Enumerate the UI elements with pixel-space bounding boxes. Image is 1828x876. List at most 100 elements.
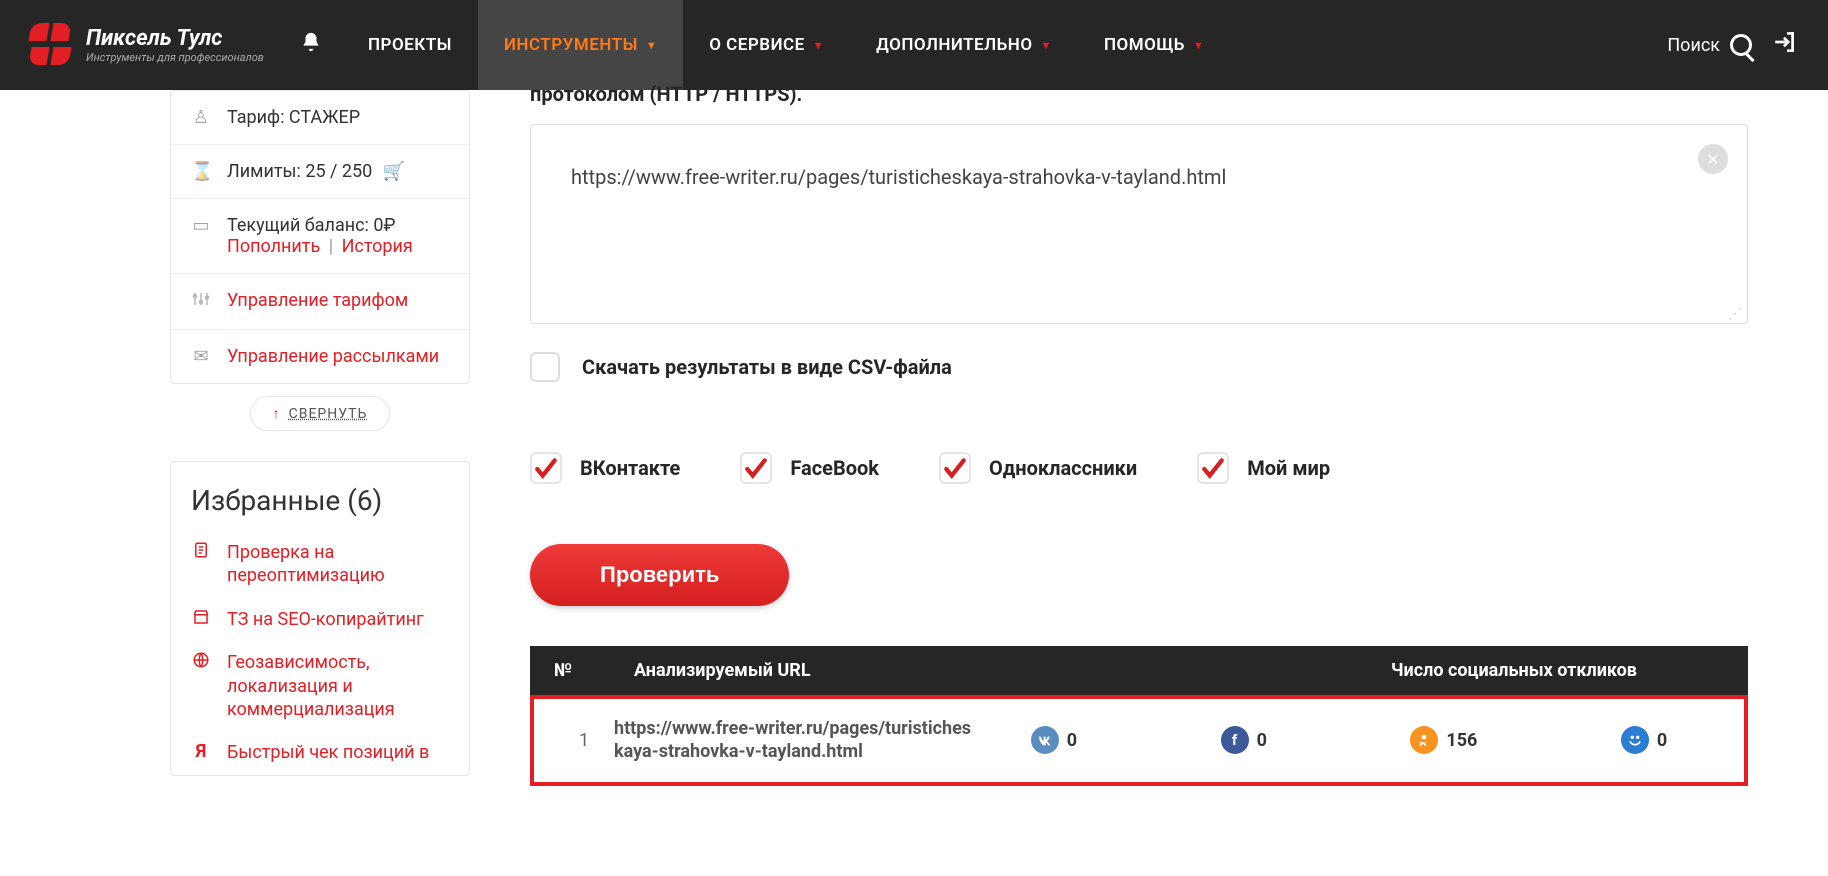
balance-text: Текущий баланс: 0₽ [227,215,395,236]
brand-title: Пиксель Тулс [86,26,264,51]
history-link[interactable]: История [342,236,413,257]
nav-label: ДОПОЛНИТЕЛЬНО [876,35,1032,55]
nav-label: ПОМОЩЬ [1104,35,1185,55]
network-label: FaceBook [790,456,879,480]
login-icon[interactable] [1772,29,1798,62]
ok-icon [1410,726,1438,754]
favorite-item[interactable]: Геозависимость, локализация и коммерциал… [171,641,469,731]
envelope-icon: ✉ [191,346,211,367]
collapse-button[interactable]: ↑ СВЕРНУТЬ [250,396,390,431]
topup-link[interactable]: Пополнить [227,236,320,257]
clipboard-icon [191,541,211,564]
favorites-title: Избранные (6) [171,462,469,531]
sidebar-limits: ⌛ Лимиты: 25 / 250 🛒 [171,144,469,198]
csv-label: Скачать результаты в виде CSV-файла [582,355,952,379]
top-header: Пиксель Тулс Инструменты для профессиона… [0,0,1828,90]
bell-icon[interactable] [300,31,322,59]
checkbox-mm[interactable] [1197,452,1229,484]
manage-mailings-link: Управление рассылками [227,346,439,367]
ok-count: 156 [1446,730,1477,751]
arrow-up-icon: ↑ [273,405,281,422]
chevron-down-icon: ▼ [813,39,824,52]
chess-icon: ♙ [191,107,211,128]
fb-count: 0 [1257,730,1267,751]
social-mm: 0 [1621,726,1667,754]
favorite-link: Быстрый чек позиций в [227,741,429,764]
favorite-link: Геозависимость, локализация и коммерциал… [227,651,449,721]
hourglass-icon: ⌛ [191,161,211,182]
checkbox-vk[interactable] [530,452,562,484]
cart-icon[interactable]: 🛒 [383,161,405,182]
globe-icon [191,651,211,674]
nav-about[interactable]: О СЕРВИСЕ ▼ [683,0,850,90]
sidebar-manage-tariff[interactable]: Управление тарифом [171,273,469,329]
favorites-panel: Избранные (6) Проверка на переоптимизаци… [170,461,470,776]
network-label: Одноклассники [989,456,1137,480]
manage-tariff-link: Управление тарифом [227,290,408,311]
network-label: ВКонтакте [580,456,680,480]
sidebar-manage-mailings[interactable]: ✉ Управление рассылками [171,329,469,383]
csv-option: Скачать результаты в виде CSV-файла [530,352,1748,382]
sidebar: ♙ Тариф: СТАЖЕР ⌛ Лимиты: 25 / 250 🛒 ▭ Т… [170,90,470,806]
sidebar-balance: ▭ Текущий баланс: 0₽ Пополнить | История [171,198,469,273]
main-nav: ПРОЕКТЫ ИНСТРУМЕНТЫ ▼ О СЕРВИСЕ ▼ ДОПОЛН… [342,0,1230,90]
search-label: Поиск [1667,35,1720,56]
nav-tools[interactable]: ИНСТРУМЕНТЫ ▼ [478,0,683,90]
network-checkboxes: ВКонтакте FaceBook Одноклассники Мой мир [530,452,1748,484]
results-highlight: 1 https://www.free-writer.ru/pages/turis… [530,695,1748,786]
col-num: № [554,660,634,681]
network-mm: Мой мир [1197,452,1330,484]
submit-button[interactable]: Проверить [530,544,789,606]
instruction-text: протоколом (HTTP / HTTPS). [530,82,1748,106]
network-ok: Одноклассники [939,452,1137,484]
url-input-wrap: https://www.free-writer.ru/pages/turisti… [530,124,1748,328]
chevron-down-icon: ▼ [1193,39,1204,52]
collapse-label: СВЕРНУТЬ [289,406,368,422]
account-panel: ♙ Тариф: СТАЖЕР ⌛ Лимиты: 25 / 250 🛒 ▭ Т… [170,90,470,384]
search-icon [1730,34,1752,56]
favorite-item[interactable]: Проверка на переоптимизацию [171,531,469,598]
social-fb: f 0 [1221,726,1267,754]
checkbox-fb[interactable] [740,452,772,484]
brand-subtitle: Инструменты для профессионалов [86,51,264,64]
sidebar-tariff: ♙ Тариф: СТАЖЕР [171,91,469,144]
nav-additional[interactable]: ДОПОЛНИТЕЛЬНО ▼ [850,0,1078,90]
favorite-item[interactable]: ТЗ на SEO-копирайтинг [171,598,469,641]
clear-icon[interactable]: ✕ [1698,144,1728,174]
row-num: 1 [554,730,614,751]
vk-icon [1031,726,1059,754]
shop-icon [191,608,211,631]
social-vk: 0 [1031,726,1077,754]
social-ok: 156 [1410,726,1477,754]
mm-count: 0 [1657,730,1667,751]
wallet-icon: ▭ [191,215,211,236]
url-textarea[interactable]: https://www.free-writer.ru/pages/turisti… [530,124,1748,324]
chevron-down-icon: ▼ [646,39,657,52]
logo-icon [30,23,74,67]
network-label: Мой мир [1247,456,1330,480]
checkbox-ok[interactable] [939,452,971,484]
limits-text: Лимиты: 25 / 250 [227,161,372,182]
nav-projects[interactable]: ПРОЕКТЫ [342,0,478,90]
favorite-item[interactable]: Я Быстрый чек позиций в [171,731,469,774]
sliders-icon [191,290,211,313]
network-fb: FaceBook [740,452,879,484]
nav-help[interactable]: ПОМОЩЬ ▼ [1078,0,1230,90]
col-social: Число социальных откликов [1304,660,1724,681]
row-url: https://www.free-writer.ru/pages/turisti… [614,717,974,764]
nav-label: ИНСТРУМЕНТЫ [504,35,638,55]
main-content: протоколом (HTTP / HTTPS). https://www.f… [530,90,1828,806]
favorite-link: ТЗ на SEO-копирайтинг [227,608,424,631]
nav-label: О СЕРВИСЕ [709,35,805,55]
search-trigger[interactable]: Поиск [1667,34,1752,56]
vk-count: 0 [1067,730,1077,751]
mm-icon [1621,726,1649,754]
brand-logo[interactable]: Пиксель Тулс Инструменты для профессиона… [30,23,280,67]
network-vk: ВКонтакте [530,452,680,484]
results-header: № Анализируемый URL Число социальных отк… [530,646,1748,695]
nav-label: ПРОЕКТЫ [368,35,452,55]
col-url: Анализируемый URL [634,660,1304,681]
chevron-down-icon: ▼ [1041,39,1052,52]
csv-checkbox[interactable] [530,352,560,382]
favorite-link: Проверка на переоптимизацию [227,541,449,588]
